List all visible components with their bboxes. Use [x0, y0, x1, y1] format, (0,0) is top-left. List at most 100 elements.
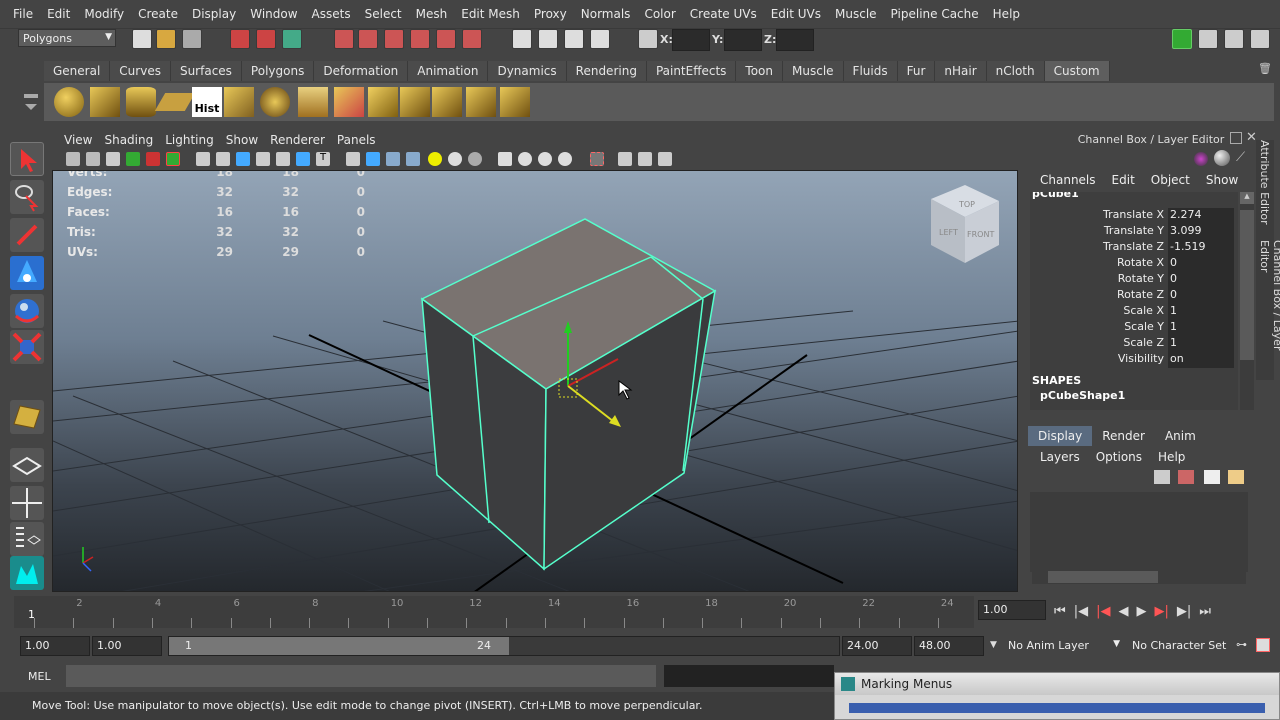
attribute-name[interactable]: Translate Z [1030, 240, 1168, 256]
anim-layer-dropdown[interactable]: No Anim Layer ▼ [1004, 636, 1124, 656]
viewport-menu-lighting[interactable]: Lighting [159, 133, 220, 147]
grease-pencil-icon[interactable] [166, 152, 180, 166]
bevel-icon[interactable] [334, 87, 364, 117]
viewport-menu-renderer[interactable]: Renderer [264, 133, 331, 147]
attribute-name[interactable]: Translate X [1030, 208, 1168, 224]
four-pane-icon[interactable] [10, 486, 44, 520]
channel-pencil-icon[interactable]: ⟋ [1236, 150, 1250, 166]
snap-grid-icon[interactable] [358, 29, 378, 49]
current-frame-field[interactable]: 1.00 [978, 600, 1046, 620]
layer-menu-options[interactable]: Options [1088, 450, 1150, 464]
viewport-menu-panels[interactable]: Panels [331, 133, 382, 147]
shadows-icon[interactable] [468, 152, 482, 166]
extrude-icon[interactable] [298, 87, 328, 117]
float-icon[interactable] [1230, 132, 1242, 144]
next-key-icon[interactable]: ▶| [1154, 604, 1168, 619]
wireframe-on-shaded-icon[interactable] [386, 152, 400, 166]
play-back-icon[interactable]: ◀ [1118, 604, 1128, 619]
attribute-row[interactable]: Translate Z -1.519 [1030, 240, 1238, 256]
pick-mask-icon[interactable] [334, 29, 354, 49]
select-component-icon[interactable] [282, 29, 302, 49]
playback-start-field[interactable]: 1.00 [92, 636, 162, 656]
channel-list[interactable]: pCube1 Translate X 2.274 Translate Y 3.099 T… [1030, 192, 1238, 410]
shelf-tab-surfaces[interactable]: Surfaces [170, 61, 242, 81]
scroll-up-icon[interactable]: ▲ [1240, 192, 1254, 204]
attribute-value-field[interactable]: 1 [1168, 336, 1234, 352]
channel-color-icon[interactable] [1194, 152, 1208, 166]
shelf-tab-general[interactable]: General [44, 61, 111, 81]
character-set-dropdown[interactable]: No Character Set [1128, 636, 1252, 656]
attribute-row[interactable]: Visibility on [1030, 352, 1238, 368]
shelf-tab-polygons[interactable]: Polygons [241, 61, 315, 81]
xray-joints-icon[interactable] [638, 152, 652, 166]
merge-vertices-icon[interactable] [432, 87, 462, 117]
select-object-icon[interactable] [256, 29, 276, 49]
attribute-row[interactable]: Rotate Z0 [1030, 288, 1238, 304]
menu-color[interactable]: Color [637, 7, 682, 21]
attribute-row[interactable]: Scale Z1 [1030, 336, 1238, 352]
shelf-tab-muscle[interactable]: Muscle [783, 61, 844, 81]
new-layer-icon[interactable] [1154, 470, 1170, 484]
trash-icon[interactable]: 🗑 [1258, 62, 1272, 76]
camera-select-icon[interactable] [66, 152, 80, 166]
marking-menu-list[interactable] [849, 703, 1265, 713]
xray-icon[interactable] [618, 152, 632, 166]
mode-dropdown[interactable]: Polygons ▼ [18, 29, 116, 47]
viewport-menu-show[interactable]: Show [220, 133, 264, 147]
new-scene-icon[interactable] [132, 29, 152, 49]
menu-edit-uvs[interactable]: Edit UVs [764, 7, 828, 21]
save-scene-icon[interactable] [182, 29, 202, 49]
playback-end-field[interactable]: 24.00 [842, 636, 912, 656]
shelf-tab-nhair[interactable]: nHair [935, 61, 987, 81]
split-poly-icon[interactable] [368, 87, 398, 117]
screen-space-ao-icon[interactable] [498, 152, 512, 166]
layer-menu-layers[interactable]: Layers [1032, 450, 1088, 464]
shelf-tab-toon[interactable]: Toon [736, 61, 784, 81]
shelf-tab-deformation[interactable]: Deformation [314, 61, 409, 81]
menu-assets[interactable]: Assets [305, 7, 358, 21]
attribute-name[interactable]: Rotate Y [1030, 272, 1168, 288]
paint-select-icon[interactable] [10, 218, 44, 252]
channel-menu-edit[interactable]: Edit [1104, 173, 1143, 187]
use-all-lights-icon[interactable] [448, 152, 462, 166]
range-slider[interactable]: 1 24 [168, 636, 840, 656]
sculpt-icon[interactable] [260, 87, 290, 117]
layer-empty-icon[interactable] [1204, 470, 1220, 484]
separate-icon[interactable] [500, 87, 530, 117]
two-d-pan-icon[interactable] [146, 152, 160, 166]
film-gate-icon[interactable] [216, 152, 230, 166]
smooth-icon[interactable] [224, 87, 254, 117]
attribute-value-field[interactable]: 3.099 [1168, 224, 1234, 240]
render-current-icon[interactable] [538, 29, 558, 49]
viewport-menu-view[interactable]: View [58, 133, 98, 147]
motion-blur-icon[interactable] [518, 152, 532, 166]
shelf-tab-animation[interactable]: Animation [408, 61, 489, 81]
attribute-row[interactable]: Rotate Y0 [1030, 272, 1238, 288]
end-time-field[interactable]: 48.00 [914, 636, 984, 656]
move-tool-icon[interactable] [10, 256, 44, 290]
smooth-shade-icon[interactable] [366, 152, 380, 166]
attribute-row[interactable]: Scale X1 [1030, 304, 1238, 320]
menu-muscle[interactable]: Muscle [828, 7, 884, 21]
bookmark-icon[interactable] [106, 152, 120, 166]
multisample-icon[interactable] [538, 152, 552, 166]
layer-list[interactable] [1030, 492, 1248, 572]
attribute-value-field[interactable]: 1 [1168, 320, 1234, 336]
range-slider-handle[interactable]: 1 24 [169, 637, 509, 655]
menu-proxy[interactable]: Proxy [527, 7, 574, 21]
time-slider[interactable]: 1 2 4 6 8 10 12 14 16 18 20 22 24 1.00 ⏮ |◀ |◀ ◀ ▶ … [0, 596, 1280, 630]
channel-sphere-icon[interactable] [1214, 150, 1230, 166]
prev-key-icon[interactable]: |◀ [1096, 604, 1110, 619]
depth-of-field-icon[interactable] [558, 152, 572, 166]
chevron-down-icon[interactable]: ▼ [990, 640, 997, 650]
attribute-value-field[interactable]: -1.519 [1168, 240, 1234, 256]
script-type-label[interactable]: MEL [14, 666, 62, 688]
perspective-viewport[interactable]: TOP LEFT FRONT Verts: 18 18 0 Edges: 32 32 0 Fac… [52, 170, 1018, 592]
last-tool-icon[interactable] [10, 400, 44, 434]
step-back-icon[interactable]: |◀ [1074, 604, 1088, 619]
viewport-menu-shading[interactable]: Shading [98, 133, 159, 147]
start-time-field[interactable]: 1.00 [20, 636, 90, 656]
channel-box-tab[interactable]: Channel Box / Layer Editor [1258, 240, 1280, 380]
key-icon[interactable]: ⊶ [1236, 638, 1247, 651]
menu-edit-mesh[interactable]: Edit Mesh [454, 7, 527, 21]
